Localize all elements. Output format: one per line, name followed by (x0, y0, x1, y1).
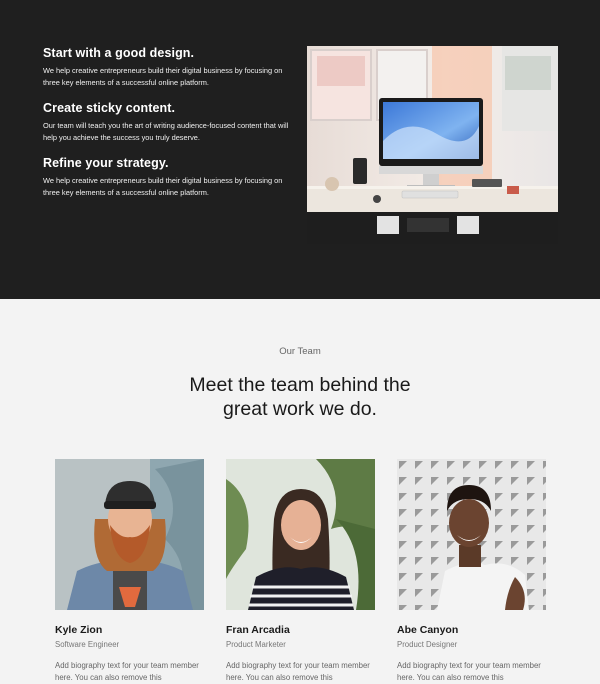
feature-text: We help creative entrepreneurs build the… (43, 176, 283, 197)
team-member-name: Kyle Zion (55, 624, 103, 636)
headline-line-1: Meet the team behind the (189, 374, 411, 396)
team-eyebrow: Our Team (279, 346, 321, 357)
team-member-role: Software Engineer (55, 640, 120, 649)
feature-title: Start with a good design. (43, 46, 195, 60)
team-member-bio: Add biography text for your team member … (226, 661, 370, 682)
feature-design: Start with a good design. We help creati… (43, 46, 293, 89)
team-section: Our Team Meet the team behind the great … (0, 299, 600, 682)
team-member-name: Fran Arcadia (226, 624, 290, 636)
feature-title: Create sticky content. (43, 101, 176, 115)
team-member-photo (397, 459, 546, 610)
team-member-card: Fran Arcadia Product Marketer Add biogra… (226, 459, 375, 684)
team-member-role: Product Marketer (226, 640, 286, 649)
feature-text: We help creative entrepreneurs build the… (43, 66, 283, 87)
features-section: Start with a good design. We help creati… (0, 0, 600, 299)
workspace-photo (307, 46, 558, 244)
team-member-card: Abe Canyon Product Designer Add biograph… (397, 459, 546, 684)
team-headline: Meet the team behind the great work we d… (100, 373, 500, 421)
feature-content: Create sticky content. Our team will tea… (43, 101, 293, 144)
team-member-card: Kyle Zion Software Engineer Add biograph… (55, 459, 204, 684)
team-member-photo (226, 459, 375, 610)
team-member-bio: Add biography text for your team member … (55, 661, 199, 682)
feature-title: Refine your strategy. (43, 156, 169, 170)
team-member-name: Abe Canyon (397, 624, 459, 636)
headline-line-2: great work we do. (223, 398, 377, 420)
team-member-photo (55, 459, 204, 610)
feature-strategy: Refine your strategy. We help creative e… (43, 156, 293, 199)
team-member-role: Product Designer (397, 640, 458, 649)
feature-text: Our team will teach you the art of writi… (43, 121, 289, 142)
team-member-bio: Add biography text for your team member … (397, 661, 541, 682)
